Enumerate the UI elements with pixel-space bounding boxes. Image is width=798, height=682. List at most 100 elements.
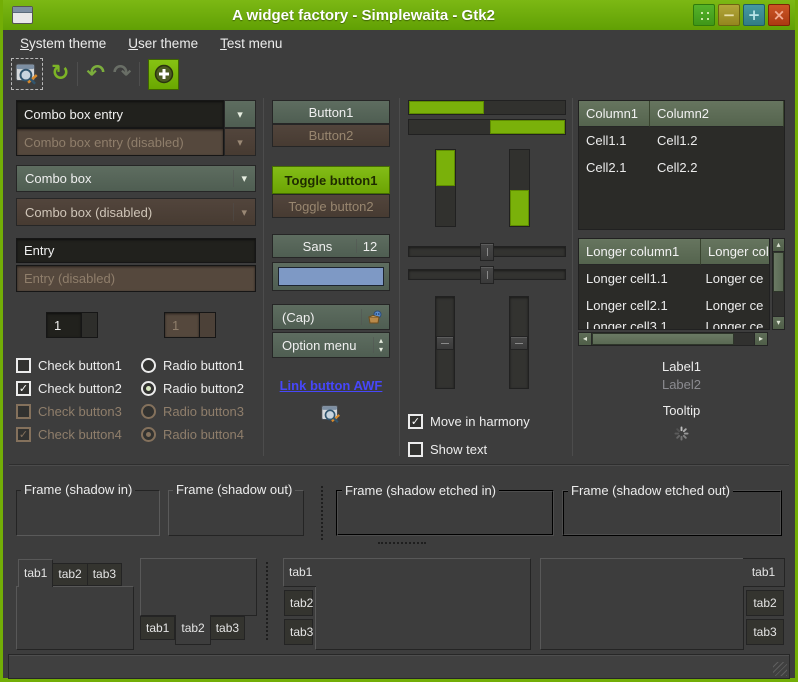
paned-handle[interactable] bbox=[378, 542, 426, 544]
scroll-left-button[interactable]: ◂ bbox=[579, 333, 592, 345]
hscale-2[interactable] bbox=[408, 266, 566, 284]
add-button[interactable] bbox=[148, 59, 179, 90]
button2-disabled: Button2 bbox=[272, 124, 390, 147]
app-window: A widget factory - Simplewaita - Gtk2 − … bbox=[0, 0, 798, 682]
button1[interactable]: Button1 bbox=[272, 100, 390, 124]
entry-field[interactable]: Entry bbox=[16, 238, 256, 263]
resize-grip[interactable] bbox=[773, 662, 787, 676]
tab-active[interactable]: tab1 bbox=[743, 558, 785, 587]
arrow-right-icon: ▸ bbox=[759, 335, 763, 343]
frame-label: Frame (shadow in) bbox=[21, 482, 135, 497]
move-in-harmony-checkbox[interactable]: ✓ bbox=[408, 414, 423, 429]
vertical-separator bbox=[572, 98, 573, 456]
scale-thumb[interactable] bbox=[480, 243, 494, 261]
paned-handle[interactable] bbox=[266, 562, 268, 640]
vertical-progress-row bbox=[408, 149, 566, 227]
combo-box-entry-text[interactable]: Combo box entry bbox=[16, 100, 224, 128]
column-header[interactable]: Longer column1 bbox=[579, 239, 701, 265]
menu-user-theme[interactable]: User theme bbox=[117, 32, 209, 55]
tab[interactable]: tab3 bbox=[746, 619, 784, 645]
add-circle-icon bbox=[154, 64, 174, 84]
minimize-button[interactable]: − bbox=[718, 4, 740, 26]
hscale-1[interactable] bbox=[408, 243, 566, 261]
scale-thumb[interactable] bbox=[436, 336, 454, 350]
spinbutton-value[interactable]: 1 bbox=[46, 312, 82, 338]
cap-button[interactable]: (Cap) bbox=[272, 304, 390, 330]
scale-thumb[interactable] bbox=[480, 266, 494, 284]
option-menu[interactable]: Option menu ▴ ▾ bbox=[272, 332, 390, 358]
font-button[interactable]: Sans 12 bbox=[272, 234, 390, 258]
tab[interactable]: tab3 bbox=[210, 616, 245, 640]
menu-test-menu[interactable]: Test menu bbox=[209, 32, 293, 55]
titlebar[interactable]: A widget factory - Simplewaita - Gtk2 − … bbox=[3, 0, 795, 30]
scroll-down-button[interactable]: ▾ bbox=[773, 316, 784, 329]
combo-box-entry[interactable]: Combo box entry ▾ bbox=[16, 100, 256, 128]
scrollbar-thumb[interactable] bbox=[592, 333, 734, 345]
separator bbox=[233, 203, 234, 221]
radio-1[interactable] bbox=[141, 358, 156, 373]
treeview-2-wrap: Longer column1 Longer col Longer cell1.1… bbox=[578, 238, 785, 330]
notebook-page bbox=[140, 558, 257, 616]
column-header[interactable]: Column1 bbox=[579, 101, 650, 127]
tab[interactable]: tab2 bbox=[52, 563, 87, 586]
combo-box-entry-dropdown[interactable]: ▾ bbox=[224, 100, 256, 128]
entry-field-disabled: Entry (disabled) bbox=[16, 265, 256, 292]
table-row[interactable]: Cell1.1 Cell1.2 bbox=[579, 127, 784, 154]
column-header[interactable]: Longer col bbox=[701, 239, 769, 265]
column-header[interactable]: Column2 bbox=[650, 101, 784, 127]
paned-handle[interactable] bbox=[321, 486, 323, 540]
scroll-right-button[interactable]: ▸ bbox=[754, 333, 767, 345]
tab[interactable]: tab1 bbox=[140, 616, 175, 640]
vertical-scrollbar[interactable]: ▴ ▾ bbox=[772, 238, 785, 330]
menu-system-theme[interactable]: System theme bbox=[9, 32, 117, 55]
progress-fill bbox=[409, 101, 484, 114]
combo-box-entry-disabled-text: Combo box entry (disabled) bbox=[16, 128, 224, 156]
spinbutton[interactable]: 1 bbox=[46, 312, 98, 338]
vscale-1[interactable] bbox=[435, 296, 455, 389]
table-row[interactable]: Longer cell1.1 Longer ce bbox=[579, 265, 769, 292]
show-text-checkbox[interactable] bbox=[408, 442, 423, 457]
toggle-button1-active[interactable]: Toggle button1 bbox=[272, 166, 390, 194]
checkbox-2[interactable]: ✓ bbox=[16, 381, 31, 396]
spinbutton-arrows[interactable] bbox=[82, 312, 98, 338]
radio-2[interactable] bbox=[141, 381, 156, 396]
horizontal-scrollbar[interactable]: ◂ ▸ bbox=[578, 332, 768, 346]
table-row[interactable]: Cell2.1 Cell2.2 bbox=[579, 154, 784, 181]
frame-shadow-in: Frame (shadow in) bbox=[16, 490, 160, 536]
table-cell: Longer ce bbox=[699, 319, 770, 330]
main-widget-area: Combo box entry ▾ Combo box entry (disab… bbox=[3, 92, 795, 464]
table-cell: Cell1.1 bbox=[579, 133, 650, 148]
scrollbar-trough[interactable] bbox=[773, 292, 784, 316]
tab[interactable]: tab2 bbox=[746, 590, 784, 616]
tab-active[interactable]: tab1 bbox=[283, 558, 316, 587]
toolbar-awf-button[interactable] bbox=[11, 58, 43, 90]
scroll-up-button[interactable]: ▴ bbox=[773, 239, 784, 252]
tab[interactable]: tab3 bbox=[284, 619, 313, 645]
undo-icon[interactable]: ↶ bbox=[86, 62, 104, 86]
vertical-separator bbox=[263, 98, 264, 456]
checkbox-1[interactable] bbox=[16, 358, 31, 373]
tab[interactable]: tab2 bbox=[284, 590, 313, 616]
color-button[interactable] bbox=[272, 262, 390, 291]
scrollbar-thumb[interactable] bbox=[773, 252, 784, 292]
spinbutton-disabled-arrows bbox=[200, 312, 216, 338]
close-button[interactable]: × bbox=[768, 4, 790, 26]
combo-box[interactable]: Combo box ▾ bbox=[16, 165, 256, 192]
table-row[interactable]: Longer cell2.1 Longer ce bbox=[579, 292, 769, 319]
progressbar-rtl bbox=[408, 119, 566, 135]
link-button-awf[interactable]: Link button AWF bbox=[280, 378, 383, 393]
frame-shadow-out: Frame (shadow out) bbox=[168, 490, 304, 536]
chevron-down-icon: ▾ bbox=[237, 137, 243, 148]
scrollbar-trough[interactable] bbox=[734, 333, 754, 345]
tab-active[interactable]: tab2 bbox=[175, 615, 210, 645]
scale-thumb[interactable] bbox=[510, 336, 528, 350]
close-icon: × bbox=[773, 8, 786, 23]
window-menu-button[interactable] bbox=[693, 4, 715, 26]
notebook-page bbox=[315, 558, 531, 650]
maximize-button[interactable]: + bbox=[743, 4, 765, 26]
table-row-clipped[interactable]: Longer cell3.1 Longer ce bbox=[579, 319, 769, 330]
vscale-2[interactable] bbox=[509, 296, 529, 389]
tab[interactable]: tab3 bbox=[87, 563, 122, 586]
tab-active[interactable]: tab1 bbox=[18, 559, 53, 587]
refresh-icon[interactable]: ↻ bbox=[51, 62, 69, 86]
